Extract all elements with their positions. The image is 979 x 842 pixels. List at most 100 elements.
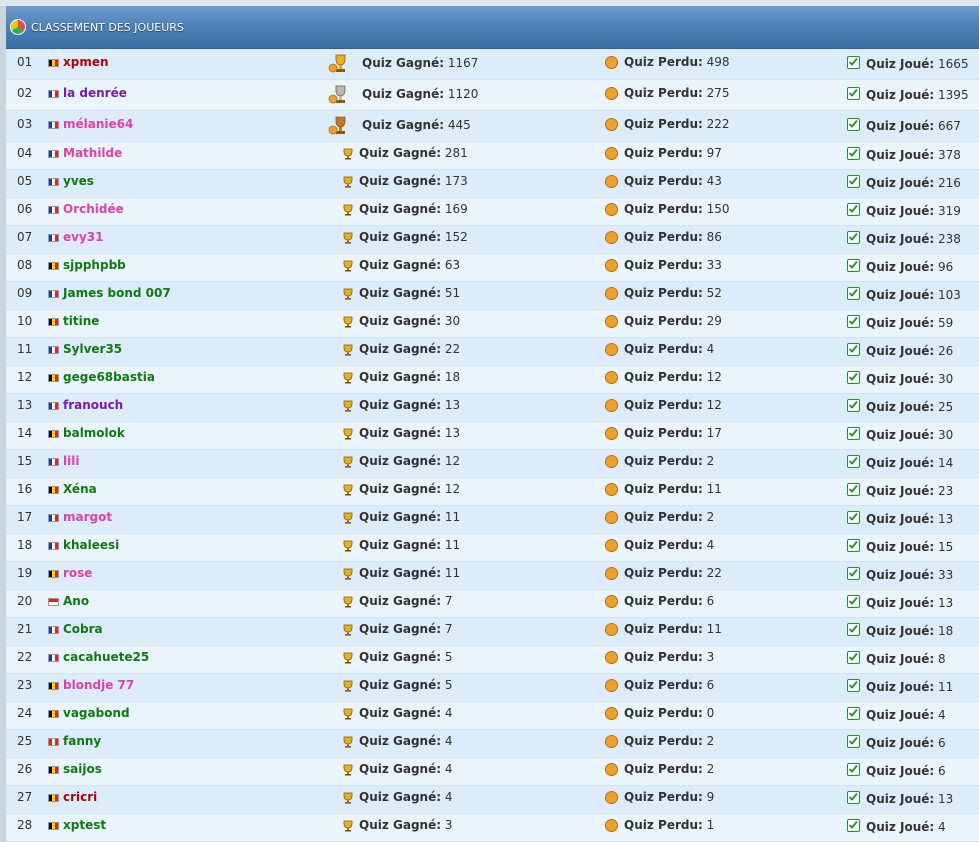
player-name-link[interactable]: mélanie64	[63, 117, 133, 131]
player-name-link[interactable]: fanny	[63, 734, 101, 748]
won-value: 3	[441, 818, 453, 832]
sad-face-icon	[605, 203, 618, 216]
played-value: 13	[934, 512, 954, 526]
lost-stat: Quiz Perdu: 2	[624, 734, 714, 748]
played-label: Quiz Joué:	[866, 764, 935, 778]
player-name-link[interactable]: saijos	[63, 762, 102, 776]
lost-value: 4	[702, 342, 715, 356]
lost-label: Quiz Perdu:	[624, 762, 703, 776]
lost-value: 6	[702, 678, 715, 692]
won-label: Quiz Gagné:	[359, 342, 442, 356]
lost-stat: Quiz Perdu: 29	[624, 314, 722, 328]
player-name-link[interactable]: xptest	[63, 818, 106, 832]
table-row: 20 Ano Quiz Gagné: 7 Quiz Perdu: 6 Quiz Joué…	[6, 590, 979, 618]
won-stat: Quiz Gagné: 445	[362, 118, 471, 132]
played-label: Quiz Joué:	[866, 57, 935, 71]
player-name-link[interactable]: titine	[63, 314, 99, 328]
player-name-link[interactable]: Ano	[63, 594, 89, 608]
player-name-link[interactable]: blondje 77	[63, 678, 134, 692]
played-stat: Quiz Joué: 667	[866, 119, 961, 133]
player-name-link[interactable]: vagabond	[63, 706, 130, 720]
player-name-link[interactable]: xpmen	[63, 55, 109, 69]
won-label: Quiz Gagné:	[359, 174, 442, 188]
table-row: 15 lili Quiz Gagné: 12 Quiz Perdu: 2 Quiz Jo…	[6, 450, 979, 478]
player-name-link[interactable]: rose	[63, 566, 92, 580]
lost-value: 86	[702, 230, 722, 244]
sad-face-icon	[605, 595, 618, 608]
flag-icon-fr	[48, 346, 59, 354]
rank-number: 12	[17, 370, 33, 384]
lost-label: Quiz Perdu:	[624, 86, 703, 100]
lost-value: 275	[702, 86, 730, 100]
lost-stat: Quiz Perdu: 6	[624, 678, 714, 692]
sad-face-icon	[605, 399, 618, 412]
table-row: 07 evy31 Quiz Gagné: 152 Quiz Perdu: 86 Quiz…	[6, 226, 979, 254]
player-name-link[interactable]: franouch	[63, 398, 123, 412]
flag-icon-be	[48, 794, 59, 802]
lost-label: Quiz Perdu:	[624, 426, 703, 440]
lost-label: Quiz Perdu:	[624, 510, 703, 524]
player-name-link[interactable]: Mathilde	[63, 146, 122, 160]
player-name-link[interactable]: yves	[63, 174, 94, 188]
won-label: Quiz Gagné:	[359, 762, 442, 776]
won-label: Quiz Gagné:	[359, 594, 442, 608]
player-name-link[interactable]: Orchidée	[63, 202, 124, 216]
lost-value: 222	[702, 117, 730, 131]
trophy-podium-icon	[328, 116, 346, 135]
played-value: 216	[934, 176, 961, 190]
lost-stat: Quiz Perdu: 86	[624, 230, 722, 244]
table-row: 01 xpmen Quiz Gagné: 1167 Quiz Perdu: 498 Qu…	[6, 49, 979, 80]
player-name-link[interactable]: gege68bastia	[63, 370, 155, 384]
played-stat: Quiz Joué: 216	[866, 176, 961, 190]
won-label: Quiz Gagné:	[359, 566, 442, 580]
flag-icon-mc	[48, 598, 59, 606]
lost-value: 150	[702, 202, 730, 216]
checkmark-icon	[847, 651, 860, 664]
player-name-link[interactable]: cricri	[63, 790, 97, 804]
player-name-link[interactable]: la denrée	[63, 86, 127, 100]
player-name-link[interactable]: sjpphpbb	[63, 258, 126, 272]
player-name-link[interactable]: balmolok	[63, 426, 125, 440]
lost-value: 4	[702, 538, 715, 552]
flag-icon-be	[48, 59, 59, 67]
won-stat: Quiz Gagné: 152	[359, 230, 468, 244]
lost-label: Quiz Perdu:	[624, 202, 703, 216]
player-name-link[interactable]: James bond 007	[63, 286, 171, 300]
sad-face-icon	[605, 175, 618, 188]
player-name-link[interactable]: Cobra	[63, 622, 103, 636]
won-stat: Quiz Gagné: 4	[359, 734, 453, 748]
won-value: 51	[441, 286, 461, 300]
player-name-link[interactable]: khaleesi	[63, 538, 119, 552]
won-label: Quiz Gagné:	[359, 202, 442, 216]
played-value: 103	[934, 288, 961, 302]
checkmark-icon	[847, 511, 860, 524]
checkmark-icon	[847, 147, 860, 160]
player-name-link[interactable]: Xéna	[63, 482, 97, 496]
table-row: 10 titine Quiz Gagné: 30 Quiz Perdu: 29 Quiz…	[6, 310, 979, 338]
won-stat: Quiz Gagné: 18	[359, 370, 460, 384]
lost-value: 43	[702, 174, 722, 188]
player-name-link[interactable]: cacahuete25	[63, 650, 149, 664]
rank-number: 15	[17, 454, 33, 468]
won-stat: Quiz Gagné: 1120	[362, 87, 478, 101]
won-value: 173	[441, 174, 468, 188]
played-label: Quiz Joué:	[866, 484, 935, 498]
sad-face-icon	[605, 56, 618, 69]
won-value: 7	[441, 622, 453, 636]
player-name-link[interactable]: margot	[63, 510, 112, 524]
played-value: 667	[934, 119, 961, 133]
played-value: 319	[934, 204, 961, 218]
player-name-link[interactable]: lili	[63, 454, 79, 468]
trophy-icon	[343, 708, 353, 720]
rank-number: 28	[17, 818, 33, 832]
rank-number: 22	[17, 650, 33, 664]
player-name-link[interactable]: Sylver35	[63, 342, 122, 356]
flag-icon-be	[48, 262, 59, 270]
player-name-link[interactable]: evy31	[63, 230, 103, 244]
rank-number: 13	[17, 398, 33, 412]
played-label: Quiz Joué:	[866, 344, 935, 358]
flag-icon-fr	[48, 458, 59, 466]
trophy-icon	[343, 540, 353, 552]
flag-icon-be	[48, 318, 59, 326]
played-stat: Quiz Joué: 1665	[866, 57, 969, 71]
